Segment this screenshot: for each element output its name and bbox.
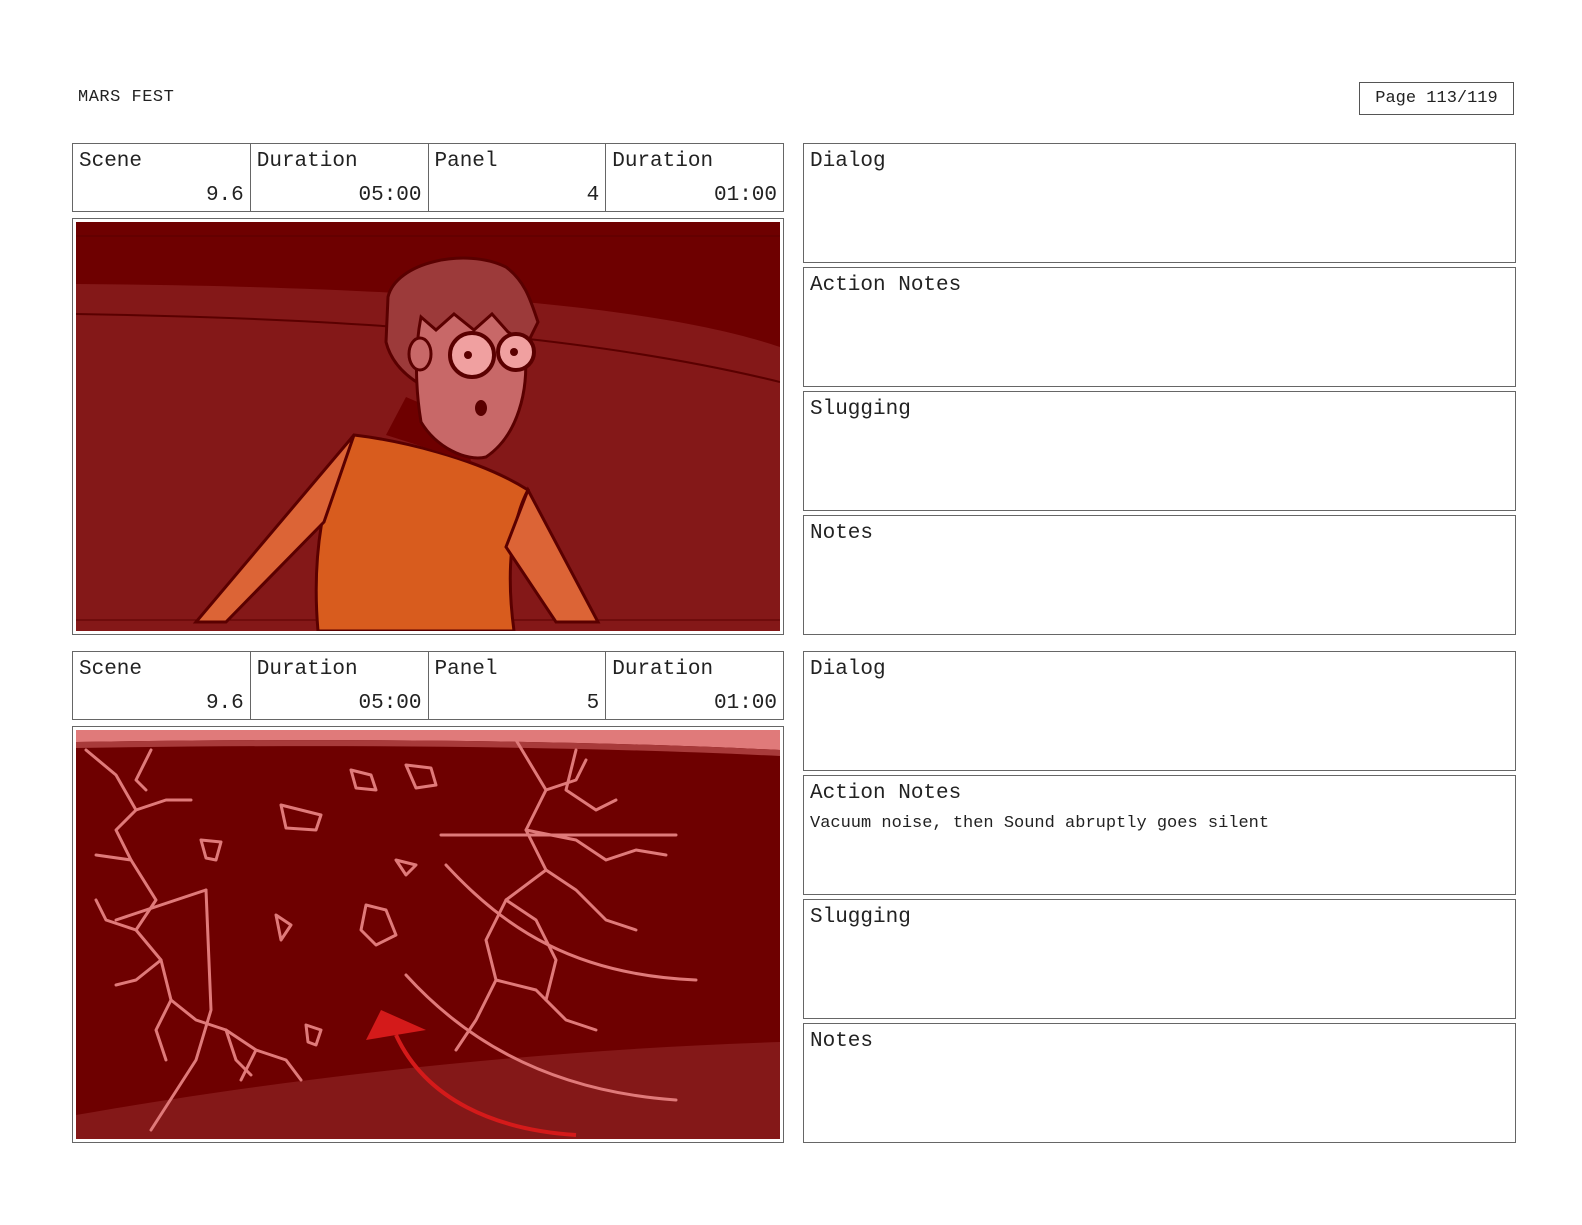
cracking-wall-sketch [76, 730, 780, 1139]
scene-duration-label: Duration [256, 150, 358, 173]
notes-box[interactable]: Notes [803, 515, 1516, 635]
slugging-box[interactable]: Slugging [803, 391, 1516, 511]
action-notes-label: Action Notes [810, 782, 962, 805]
action-notes-box[interactable]: Action Notes Vacuum noise, then Sound ab… [803, 775, 1516, 895]
panel-info-row: Scene 9.6 Duration 05:00 Panel 5 Duratio… [72, 651, 784, 720]
panel-duration-cell: Duration 01:00 [606, 652, 783, 719]
panel-image-frame [72, 726, 784, 1143]
frightened-character-sketch [76, 222, 780, 631]
action-notes-label: Action Notes [810, 274, 962, 297]
panel-label: Panel [434, 150, 498, 173]
dialog-box[interactable]: Dialog [803, 651, 1516, 771]
panel-duration-label: Duration [612, 658, 714, 681]
scene-value: 9.6 [205, 184, 244, 207]
notes-box[interactable]: Notes [803, 1023, 1516, 1143]
panel-info-row: Scene 9.6 Duration 05:00 Panel 4 Duratio… [72, 143, 784, 212]
scene-label: Scene [79, 658, 143, 681]
scene-value: 9.6 [205, 692, 244, 715]
dialog-label: Dialog [810, 150, 886, 173]
project-title: MARS FEST [78, 88, 175, 107]
panel-value: 5 [586, 692, 600, 715]
scene-cell: Scene 9.6 [73, 144, 251, 211]
dialog-label: Dialog [810, 658, 886, 681]
panel-duration-cell: Duration 01:00 [606, 144, 783, 211]
notes-label: Notes [810, 1030, 874, 1053]
scene-duration-label: Duration [256, 658, 358, 681]
slugging-label: Slugging [810, 906, 911, 929]
action-notes-text: Vacuum noise, then Sound abruptly goes s… [810, 814, 1270, 833]
scene-cell: Scene 9.6 [73, 652, 251, 719]
panel-image-frame [72, 218, 784, 635]
panel-cell: Panel 4 [429, 144, 607, 211]
scene-label: Scene [79, 150, 143, 173]
storyboard-panel-4: Scene 9.6 Duration 05:00 Panel 4 Duratio… [72, 143, 1516, 635]
panel-cell: Panel 5 [429, 652, 607, 719]
slugging-box[interactable]: Slugging [803, 899, 1516, 1019]
dialog-box[interactable]: Dialog [803, 143, 1516, 263]
panel-value: 4 [586, 184, 600, 207]
panel-label: Panel [434, 658, 498, 681]
slugging-label: Slugging [810, 398, 911, 421]
scene-duration-cell: Duration 05:00 [251, 144, 429, 211]
storyboard-panel-5: Scene 9.6 Duration 05:00 Panel 5 Duratio… [72, 651, 1516, 1143]
panel-duration-label: Duration [612, 150, 714, 173]
notes-label: Notes [810, 522, 874, 545]
scene-duration-value: 05:00 [358, 184, 422, 207]
page-number: Page 113/119 [1359, 82, 1514, 115]
panel-duration-value: 01:00 [713, 692, 777, 715]
panel-duration-value: 01:00 [713, 184, 777, 207]
scene-duration-value: 05:00 [358, 692, 422, 715]
scene-duration-cell: Duration 05:00 [251, 652, 429, 719]
action-notes-box[interactable]: Action Notes [803, 267, 1516, 387]
